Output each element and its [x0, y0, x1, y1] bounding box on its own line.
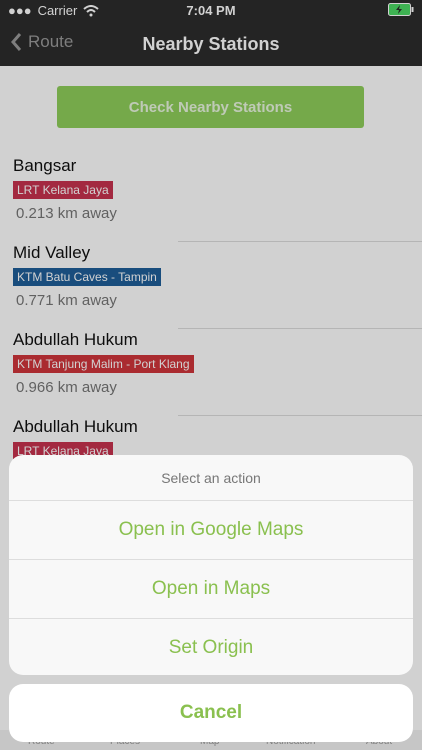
- action-sheet-title: Select an action: [9, 455, 413, 501]
- action-sheet: Select an action Open in Google Maps Ope…: [9, 455, 413, 675]
- open-maps-button[interactable]: Open in Maps: [9, 560, 413, 619]
- open-google-maps-button[interactable]: Open in Google Maps: [9, 501, 413, 560]
- cancel-button[interactable]: Cancel: [9, 684, 413, 742]
- set-origin-button[interactable]: Set Origin: [9, 619, 413, 675]
